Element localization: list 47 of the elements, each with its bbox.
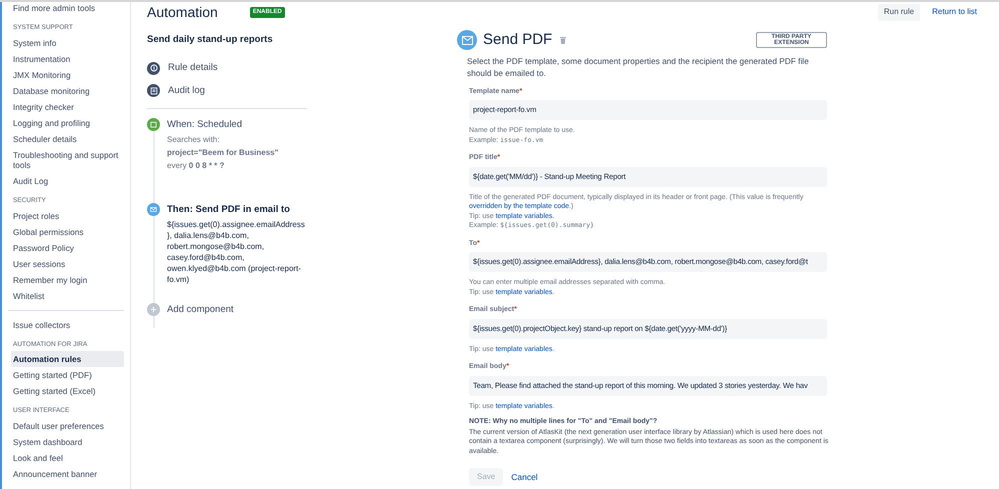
component-title[interactable]: Then: Send PDF in email to	[167, 203, 307, 218]
plus-icon	[147, 303, 160, 316]
component-title[interactable]: When: Scheduled	[167, 118, 307, 132]
component-title[interactable]: Add component	[167, 303, 234, 318]
sidebar-item[interactable]: Logging and profiling	[11, 114, 124, 131]
calendar-icon	[147, 118, 160, 131]
sidebar-item[interactable]: Project roles	[11, 208, 124, 224]
sidebar-item[interactable]: System info	[11, 34, 124, 51]
sidebar-item[interactable]: Getting started (Excel)	[11, 383, 124, 400]
sidebar-item[interactable]: Troubleshooting and support tools	[11, 146, 124, 173]
sidebar-item[interactable]: Audit Log	[11, 172, 124, 189]
trash-icon[interactable]	[560, 36, 566, 44]
sidebar-item[interactable]: Announcement banner	[11, 466, 124, 482]
list-icon	[147, 84, 160, 98]
component-detail: Searches with:	[167, 134, 220, 145]
sidebar-item[interactable]: Instrumentation	[11, 50, 124, 67]
info-icon	[147, 62, 160, 75]
rule-nav-link[interactable]: Audit log	[147, 84, 307, 98]
envelope-icon	[147, 203, 160, 216]
component-detail: ${issues.get(0).assignee.emailAddress}, dalia.lens@b4b.com, robert.mongose@b4b.com, casey.ford@b4b.com, owen.klyed@b4b.com (project-report-fo.vm)	[167, 219, 306, 286]
rule-name: Send daily stand-up reports	[147, 33, 274, 47]
sidebar-item[interactable]: Global permissions	[11, 224, 124, 240]
sidebar-item[interactable]: JMX Monitoring	[11, 66, 124, 83]
rule-nav-link[interactable]: Rule details	[147, 61, 307, 76]
sidebar-item[interactable]: Scheduler details	[11, 130, 124, 147]
component-detail: every 0 0 8 * * ?	[167, 160, 226, 171]
sidebar-item[interactable]: System dashboard	[11, 434, 124, 450]
page-title: Automation	[147, 2, 218, 22]
sidebar-item[interactable]: Automation rules	[11, 351, 124, 368]
panel-description: Select the PDF template, some document properties and the recipient the generated PDF file should be emailed to.	[467, 54, 810, 78]
cancel-link[interactable]: Cancel	[511, 470, 538, 484]
sidebar-item[interactable]: Database monitoring	[11, 82, 124, 99]
sidebar-item[interactable]: Remember my login	[11, 272, 124, 288]
sidebar-item[interactable]: User sessions	[11, 256, 124, 272]
sidebar-item[interactable]: Password Policy	[11, 240, 124, 256]
panel-title: Send PDF	[483, 30, 552, 50]
sidebar-item[interactable]: Whitelist	[11, 288, 124, 304]
run-rule-button[interactable]: Run rule	[878, 4, 920, 20]
sidebar-item[interactable]: Default user preferences	[11, 418, 124, 434]
sidebar-item[interactable]: Integrity checker	[11, 98, 124, 115]
component-detail: project="Beem for Business"	[167, 147, 280, 158]
return-link[interactable]: Return to list	[932, 6, 977, 18]
sidebar-item[interactable]: Find more admin tools	[11, 2, 124, 16]
sidebar-item[interactable]: Getting started (PDF)	[11, 367, 124, 384]
envelope-icon	[457, 30, 477, 50]
sidebar-item[interactable]: Issue collectors	[11, 316, 124, 332]
sidebar-item[interactable]: Look and feel	[11, 450, 124, 466]
